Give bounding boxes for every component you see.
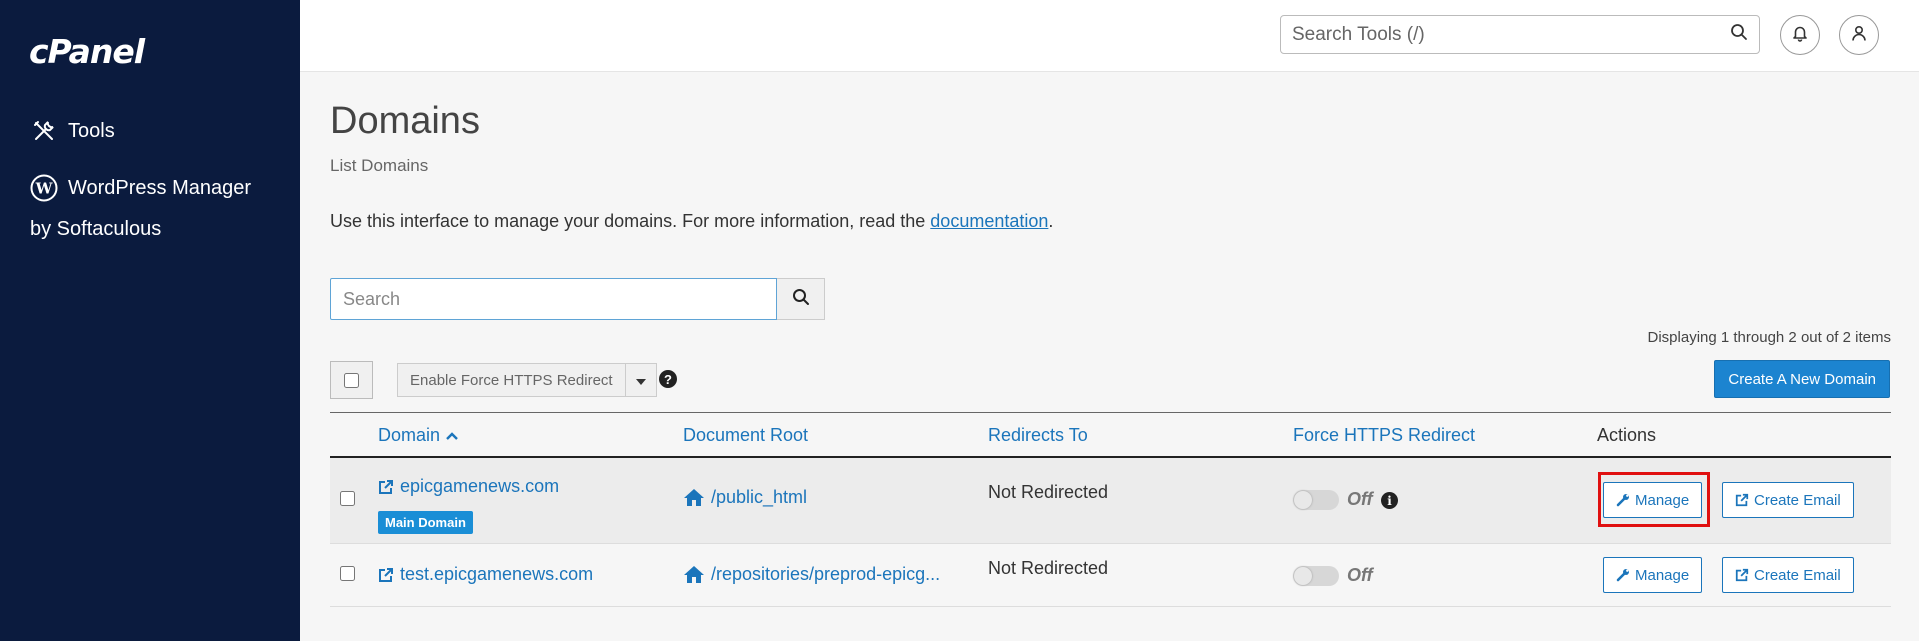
create-new-domain-button[interactable]: Create A New Domain bbox=[1714, 360, 1890, 398]
bulk-action-button[interactable]: Enable Force HTTPS Redirect bbox=[397, 363, 657, 397]
bell-icon bbox=[1791, 24, 1809, 47]
force-https-toggle[interactable]: Off bbox=[1293, 489, 1373, 510]
column-header-redirects-to[interactable]: Redirects To bbox=[988, 425, 1088, 446]
main-domain-badge: Main Domain bbox=[378, 511, 473, 534]
select-all-checkbox-wrap[interactable] bbox=[330, 361, 373, 399]
create-email-button[interactable]: Create Email bbox=[1722, 482, 1854, 518]
redirect-status: Not Redirected bbox=[988, 558, 1109, 578]
caret-down-icon bbox=[635, 372, 646, 389]
notifications-button[interactable] bbox=[1780, 15, 1820, 55]
search-icon[interactable] bbox=[1730, 23, 1748, 46]
column-header-document-root[interactable]: Document Root bbox=[683, 425, 808, 446]
document-root-link[interactable]: /public_html bbox=[683, 487, 807, 508]
domain-link[interactable]: epicgamenews.com bbox=[378, 476, 559, 497]
page-title: Domains bbox=[330, 100, 480, 142]
info-icon[interactable]: i bbox=[1381, 492, 1398, 509]
sidebar-item-wordpress-manager[interactable]: W WordPress Manager bbox=[30, 174, 251, 202]
row-checkbox[interactable] bbox=[340, 566, 355, 581]
tools-icon bbox=[30, 117, 58, 145]
table-row: epicgamenews.com Main Domain /public_htm… bbox=[330, 458, 1891, 544]
highlight-box bbox=[1598, 472, 1710, 527]
enable-force-https-button[interactable]: Enable Force HTTPS Redirect bbox=[398, 364, 625, 396]
row-checkbox[interactable] bbox=[340, 491, 355, 506]
force-https-state: Off bbox=[1347, 565, 1373, 585]
external-link-icon bbox=[378, 567, 394, 583]
home-icon bbox=[683, 488, 705, 507]
force-https-toggle[interactable]: Off bbox=[1293, 565, 1373, 586]
user-menu-button[interactable] bbox=[1839, 15, 1879, 55]
sidebar-item-label: Tools bbox=[68, 119, 115, 142]
domain-search bbox=[330, 278, 825, 320]
intro-text: Use this interface to manage your domain… bbox=[330, 211, 1054, 231]
sort-ascending-icon bbox=[445, 425, 459, 445]
document-root-link[interactable]: /repositories/preprod-epicg... bbox=[683, 564, 940, 585]
home-icon bbox=[683, 565, 705, 584]
header bbox=[300, 0, 1919, 72]
table-header: Domain Document Root Redirects To Force … bbox=[330, 412, 1891, 458]
external-link-icon bbox=[378, 479, 394, 495]
documentation-link[interactable]: documentation bbox=[930, 211, 1048, 231]
domain-link[interactable]: test.epicgamenews.com bbox=[378, 564, 593, 585]
column-header-force-https[interactable]: Force HTTPS Redirect bbox=[1293, 425, 1475, 446]
domain-search-button[interactable] bbox=[777, 278, 825, 320]
search-icon bbox=[792, 288, 810, 311]
column-header-actions: Actions bbox=[1597, 425, 1657, 445]
sidebar-item-label: WordPress Manager bbox=[68, 176, 252, 199]
user-icon bbox=[1850, 24, 1868, 47]
domain-search-input[interactable] bbox=[330, 278, 777, 320]
table-row: test.epicgamenews.com /repositories/prep… bbox=[330, 544, 1891, 607]
redirect-status: Not Redirected bbox=[988, 482, 1109, 502]
external-link-icon bbox=[1735, 493, 1749, 507]
force-https-state: Off bbox=[1347, 489, 1373, 509]
tools-search-input[interactable] bbox=[1292, 23, 1730, 46]
external-link-icon bbox=[1735, 568, 1749, 582]
manage-button[interactable]: Manage bbox=[1603, 557, 1703, 593]
bulk-action-dropdown[interactable] bbox=[624, 364, 656, 396]
column-header-domain[interactable]: Domain bbox=[378, 425, 459, 446]
domains-table: Domain Document Root Redirects To Force … bbox=[330, 412, 1891, 607]
wrench-icon bbox=[1616, 568, 1630, 582]
create-email-button[interactable]: Create Email bbox=[1722, 557, 1854, 593]
tools-search[interactable] bbox=[1280, 15, 1760, 54]
row-checkbox-wrap[interactable] bbox=[340, 491, 355, 511]
page-subtitle: List Domains bbox=[330, 156, 429, 175]
select-all-checkbox[interactable] bbox=[344, 372, 359, 388]
sidebar-item-label-line2[interactable]: by Softaculous bbox=[30, 218, 161, 241]
svg-text:W: W bbox=[35, 180, 54, 198]
row-checkbox-wrap[interactable] bbox=[340, 566, 355, 586]
pagination-summary: Displaying 1 through 2 out of 2 items bbox=[1647, 329, 1891, 346]
sidebar: cPanel Tools W WordPress Manager by Soft… bbox=[0, 0, 300, 641]
cpanel-logo[interactable]: cPanel bbox=[29, 32, 145, 71]
wordpress-icon: W bbox=[30, 174, 58, 202]
help-icon[interactable]: ? bbox=[659, 370, 677, 388]
sidebar-item-tools[interactable]: Tools bbox=[30, 117, 115, 145]
